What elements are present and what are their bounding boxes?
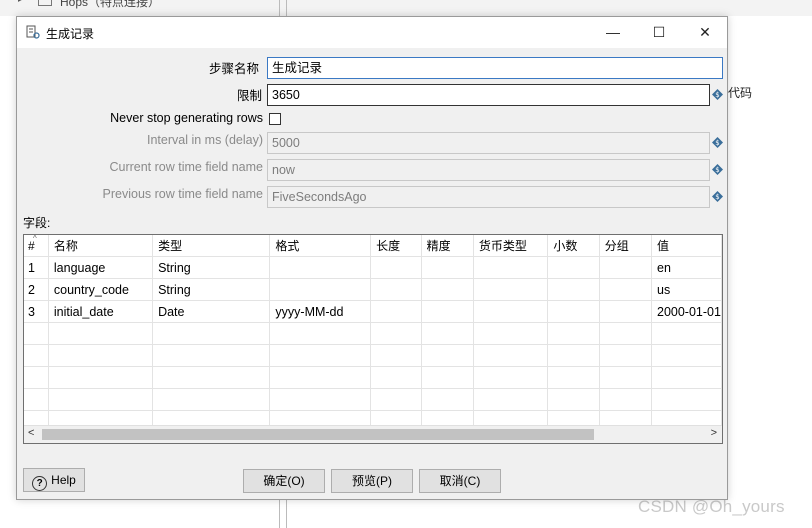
table-cell[interactable]: language	[48, 256, 154, 279]
table-cell[interactable]	[370, 256, 422, 279]
limit-label: 限制	[236, 89, 262, 103]
svg-text:$: $	[715, 139, 719, 147]
limit-input[interactable]: 3650	[267, 84, 710, 106]
column-header[interactable]: 分组	[599, 235, 653, 257]
variable-diamond-icon[interactable]: $	[712, 137, 723, 148]
close-button[interactable]: ✕	[682, 17, 728, 48]
table-cell[interactable]: country_code	[48, 278, 154, 301]
table-cell[interactable]	[370, 278, 422, 301]
column-header[interactable]: 类型	[152, 235, 271, 257]
svg-text:$: $	[715, 166, 719, 174]
generate-rows-icon	[26, 25, 40, 39]
expand-arrow-icon: ▸	[18, 0, 23, 5]
never-stop-checkbox[interactable]	[269, 113, 281, 125]
table-cell[interactable]: String	[152, 256, 271, 279]
previous-time-field-input: FiveSecondsAgo	[267, 186, 710, 208]
table-cell[interactable]	[547, 300, 600, 323]
interval-label: Interval in ms (delay)	[146, 133, 263, 147]
scroll-left-icon[interactable]: <	[28, 427, 34, 439]
table-row[interactable]: 3 initial_date Date yyyy-MM-dd 2000-01-0…	[24, 300, 722, 323]
table-cell[interactable]	[599, 256, 653, 279]
background-window-strip: ▸ Hops（特点连接）	[0, 0, 812, 16]
column-header[interactable]: 小数	[547, 235, 600, 257]
empty-row	[24, 344, 722, 367]
column-header[interactable]: 值	[651, 235, 722, 257]
preview-button[interactable]: 预览(P)	[331, 469, 413, 493]
previous-time-field-label: Previous row time field name	[102, 187, 263, 201]
table-cell[interactable]	[473, 300, 549, 323]
ok-button[interactable]: 确定(O)	[243, 469, 325, 493]
variable-diamond-icon[interactable]: $	[712, 191, 723, 202]
empty-row	[24, 366, 722, 389]
horizontal-scrollbar[interactable]: < >	[24, 425, 722, 443]
table-cell[interactable]	[421, 300, 474, 323]
table-cell[interactable]: initial_date	[48, 300, 154, 323]
svg-text:$: $	[715, 91, 719, 99]
table-cell[interactable]	[473, 256, 549, 279]
table-row[interactable]: 1 language String en	[24, 256, 722, 279]
table-header-row: # 名称 类型 格式 长度 精度 货币类型 小数 分组 值	[24, 235, 722, 257]
column-header[interactable]: 名称	[48, 235, 154, 257]
svg-text:$: $	[715, 193, 719, 201]
table-cell[interactable]: yyyy-MM-dd	[269, 300, 372, 323]
table-cell[interactable]: us	[651, 278, 722, 301]
table-cell[interactable]	[473, 278, 549, 301]
interval-input: 5000	[267, 132, 710, 154]
dialog-title: 生成记录	[46, 27, 95, 41]
empty-row	[24, 322, 722, 345]
table-cell: 1	[24, 256, 49, 279]
scrollbar-thumb[interactable]	[42, 429, 594, 440]
sort-caret-icon: ^	[33, 234, 37, 243]
table-cell[interactable]	[547, 278, 600, 301]
table-cell[interactable]	[599, 278, 653, 301]
help-button-label: Help	[51, 473, 76, 487]
fields-section-label: 字段:	[23, 216, 51, 230]
current-time-field-label: Current row time field name	[109, 160, 263, 174]
table-cell[interactable]	[269, 256, 372, 279]
column-header[interactable]: 货币类型	[473, 235, 549, 257]
step-name-label: 步骤名称	[208, 62, 259, 76]
table-cell[interactable]	[269, 278, 372, 301]
help-button[interactable]: ? Help	[23, 468, 85, 492]
column-header[interactable]: 格式	[269, 235, 372, 257]
minimize-button[interactable]: —	[590, 17, 636, 48]
table-cell[interactable]	[421, 278, 474, 301]
hops-folder-icon	[38, 0, 52, 6]
table-cell[interactable]	[547, 256, 600, 279]
column-header[interactable]: 精度	[421, 235, 474, 257]
table-cell[interactable]	[421, 256, 474, 279]
table-cell[interactable]: en	[651, 256, 722, 279]
table-cell[interactable]: String	[152, 278, 271, 301]
watermark: CSDN @Oh_yours	[638, 497, 785, 516]
maximize-button[interactable]: ☐	[636, 17, 682, 48]
background-tree-item: Hops（特点连接）	[60, 0, 161, 9]
scroll-right-icon[interactable]: >	[711, 427, 717, 439]
fields-grid: # 名称 类型 格式 长度 精度 货币类型 小数 分组 值 1 language…	[24, 235, 722, 433]
variable-diamond-icon[interactable]: $	[712, 89, 723, 100]
cancel-button[interactable]: 取消(C)	[419, 469, 501, 493]
background-label: 代码	[728, 86, 753, 100]
fields-table[interactable]: ^ # 名称 类型 格式 长度 精度 货币类型 小数 分组 值 1 langua…	[23, 234, 723, 444]
help-icon: ?	[32, 476, 48, 491]
column-header[interactable]: 长度	[370, 235, 422, 257]
table-cell[interactable]	[370, 300, 422, 323]
empty-row	[24, 388, 722, 411]
generate-rows-dialog: 生成记录 — ☐ ✕ 步骤名称 生成记录 限制 3650 $ Never sto…	[16, 16, 728, 500]
table-cell: 3	[24, 300, 49, 323]
never-stop-label: Never stop generating rows	[110, 111, 263, 125]
current-time-field-input: now	[267, 159, 710, 181]
step-name-input[interactable]: 生成记录	[267, 57, 723, 79]
variable-diamond-icon[interactable]: $	[712, 164, 723, 175]
table-row[interactable]: 2 country_code String us	[24, 278, 722, 301]
table-cell[interactable]: 2000-01-01	[651, 300, 722, 323]
table-cell: 2	[24, 278, 49, 301]
dialog-titlebar[interactable]: 生成记录 — ☐ ✕	[17, 17, 727, 48]
table-cell[interactable]: Date	[152, 300, 271, 323]
table-cell[interactable]	[599, 300, 653, 323]
